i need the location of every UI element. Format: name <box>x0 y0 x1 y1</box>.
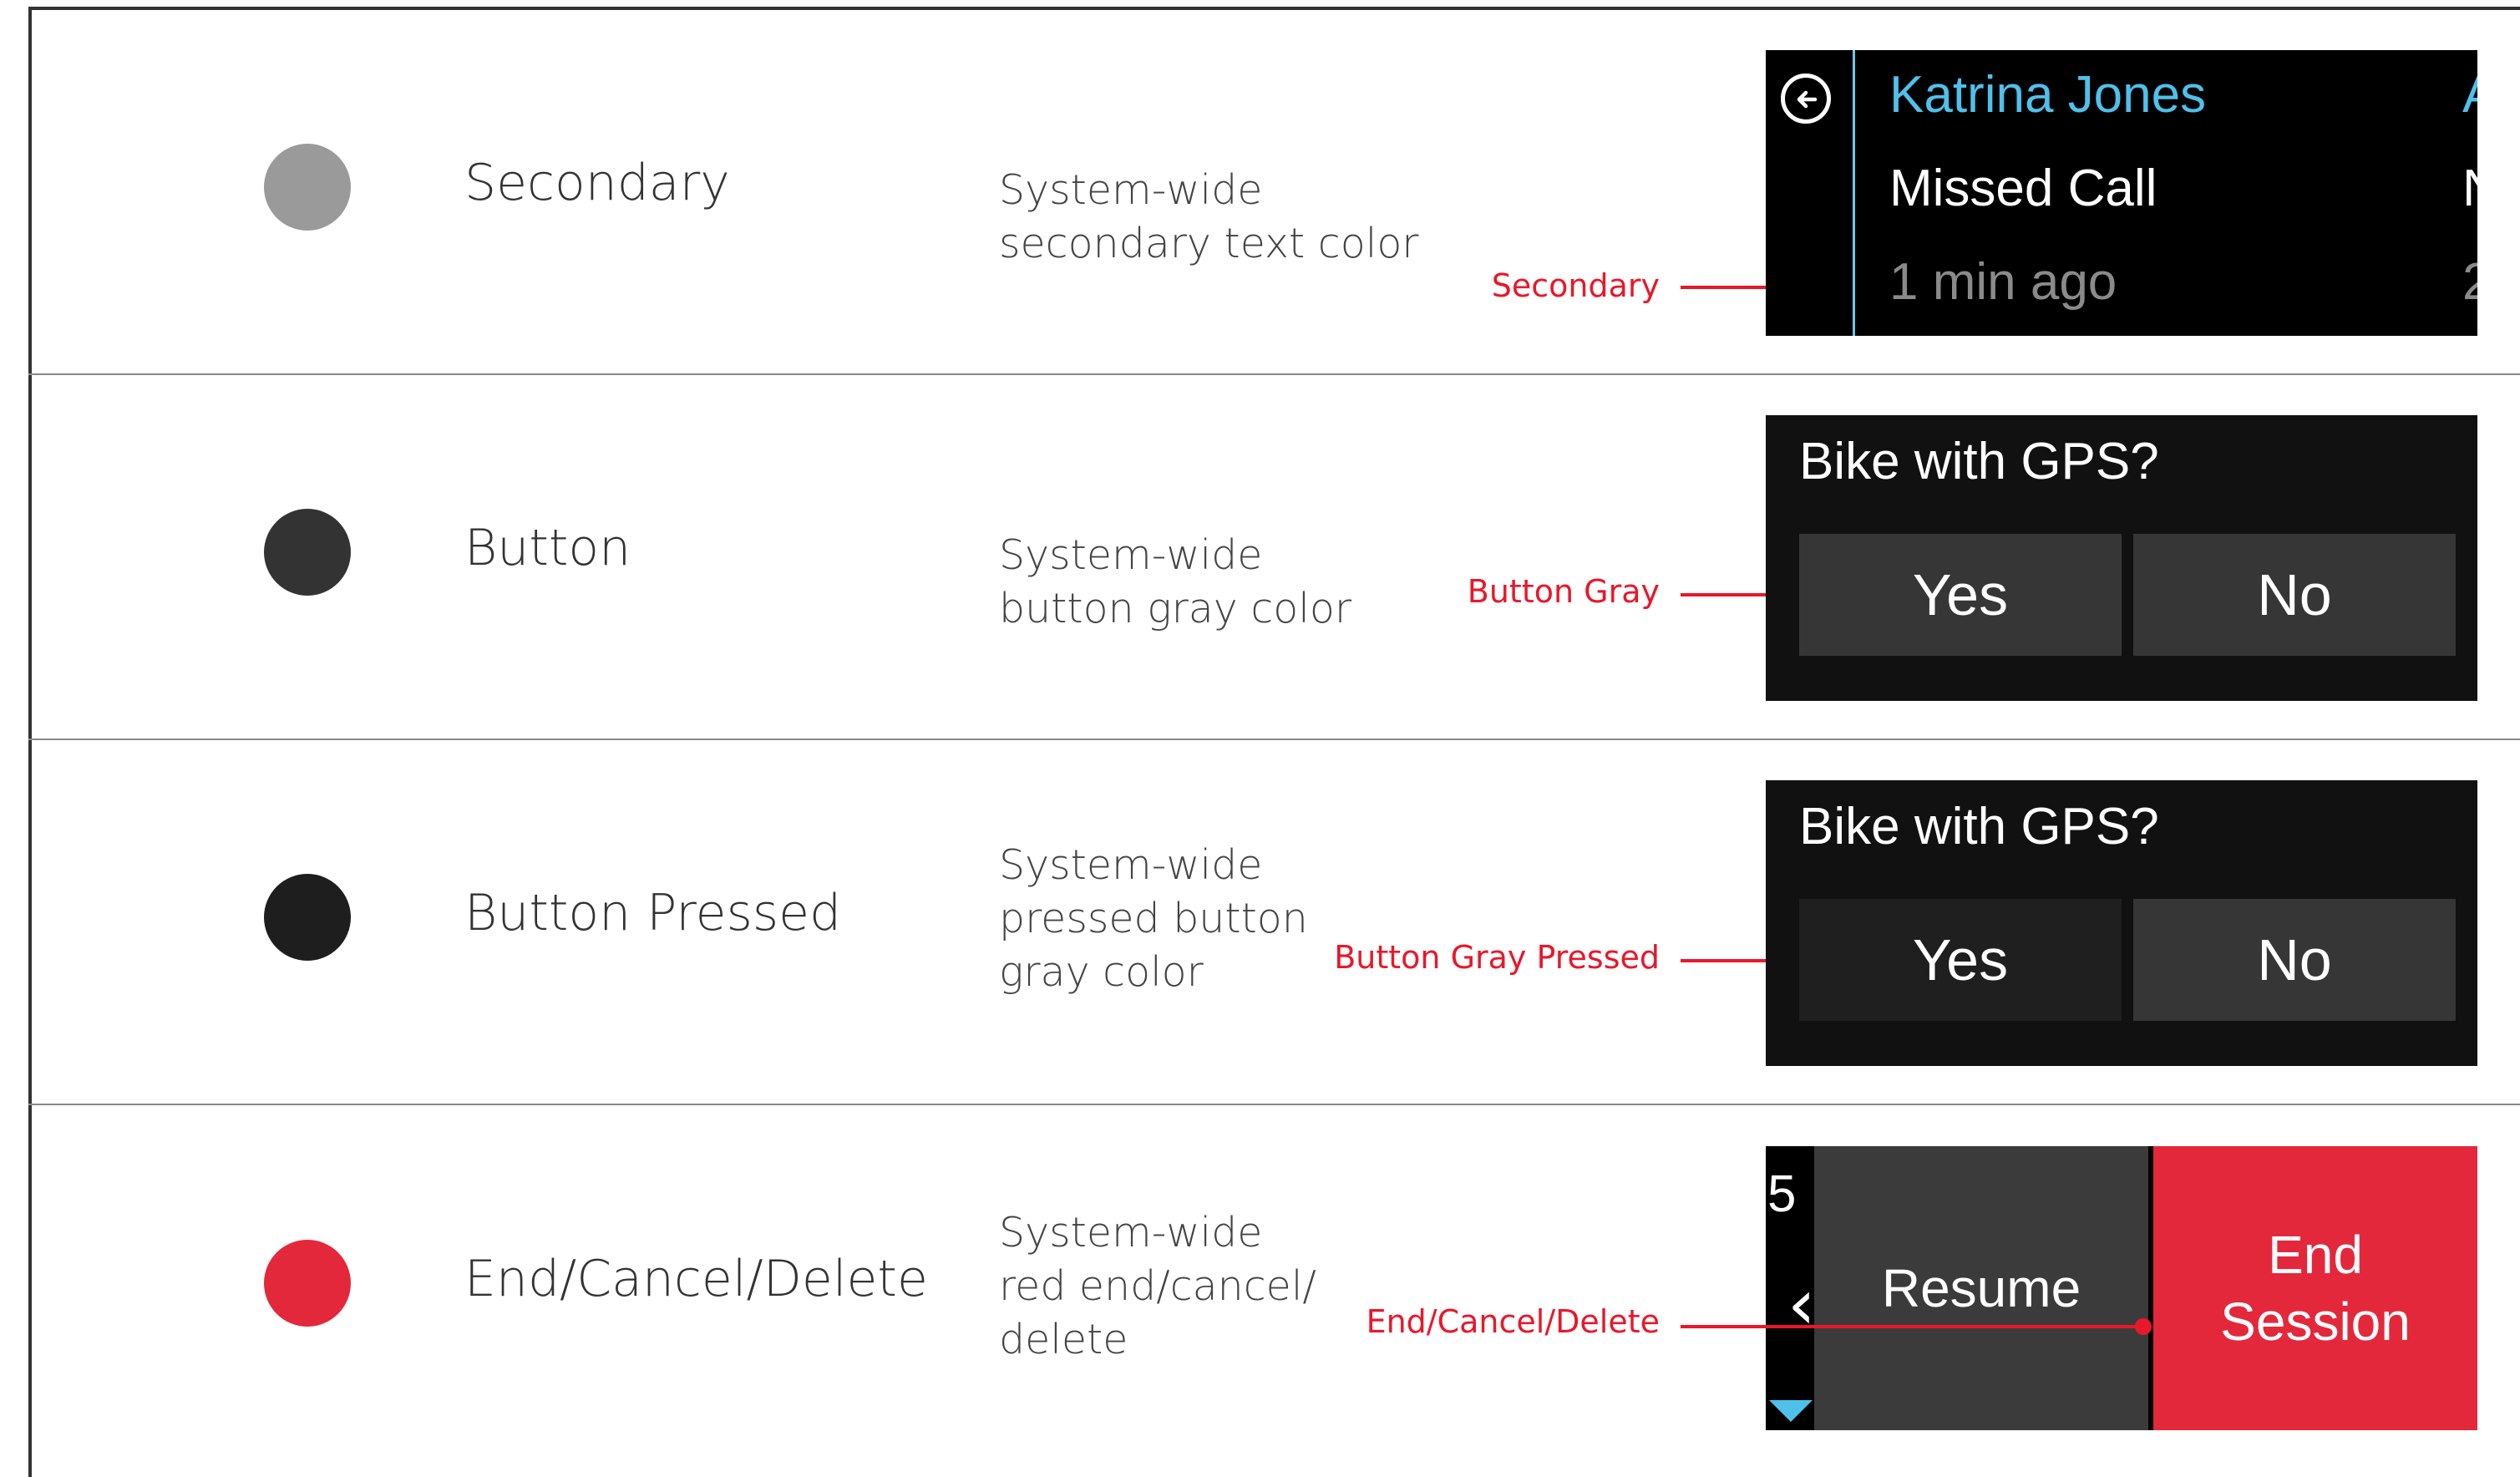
annotation-label: Button Gray Pressed <box>1334 939 1660 976</box>
description-line: secondary text color <box>999 220 1419 267</box>
color-name: Secondary <box>464 154 730 212</box>
back-arrow-icon[interactable] <box>1781 74 1831 124</box>
end-session-label-line: End <box>2268 1225 2363 1285</box>
end-session-mock: 5 ‹ Resume End Session <box>1766 1146 2477 1430</box>
yes-button-pressed[interactable]: Yes <box>1799 899 2122 1021</box>
side-number: 5 <box>1767 1165 1797 1223</box>
description-line: delete <box>999 1316 1128 1363</box>
row-divider <box>28 1104 2520 1105</box>
annotation-dot <box>2135 1318 2152 1335</box>
description-line: System-wide <box>999 531 1263 579</box>
color-name: Button Pressed <box>464 884 842 942</box>
peek-time: 2 <box>2462 253 2477 311</box>
gps-dialog-mock: Bike with GPS? Yes No <box>1766 415 2477 701</box>
description-line: button gray color <box>999 585 1352 632</box>
swatch-secondary <box>264 144 351 231</box>
end-session-button[interactable]: End Session <box>2153 1146 2477 1430</box>
end-session-label-line: Session <box>2220 1292 2411 1352</box>
secondary-notification-mock: Katrina Jones Missed Call 1 min ago A N … <box>1766 50 2477 336</box>
description-line: System-wide <box>999 166 1263 214</box>
peek-status: N <box>2462 159 2477 218</box>
color-description: System-wide button gray color <box>999 529 1351 636</box>
annotation-label: End/Cancel/Delete <box>1366 1303 1660 1340</box>
annotation-line <box>1681 1325 2145 1328</box>
row-divider <box>28 738 2520 740</box>
peek-name: A <box>2462 65 2477 124</box>
color-description: System-wide red end/cancel/ delete <box>999 1206 1316 1367</box>
color-description: System-wide pressed button gray color <box>999 839 1308 999</box>
dialog-title: Bike with GPS? <box>1799 433 2159 490</box>
chevron-left-icon[interactable]: ‹ <box>1787 1263 1816 1345</box>
contact-name: Katrina Jones <box>1889 66 2207 124</box>
description-line: red end/cancel/ <box>999 1262 1316 1310</box>
dialog-title: Bike with GPS? <box>1799 798 2159 855</box>
color-name: End/Cancel/Delete <box>464 1250 928 1308</box>
yes-button[interactable]: Yes <box>1799 534 2122 656</box>
notification-time: 1 min ago <box>1889 253 2117 311</box>
row-divider <box>28 373 2520 375</box>
swatch-end-cancel-delete <box>264 1240 351 1327</box>
annotation-label: Button Gray <box>1467 573 1660 610</box>
side-strip: 5 ‹ <box>1766 1146 1816 1430</box>
no-button[interactable]: No <box>2133 899 2456 1021</box>
description-line: pressed button <box>999 895 1308 942</box>
resume-button[interactable]: Resume <box>1814 1146 2148 1430</box>
accent-divider <box>1853 50 1855 336</box>
swatch-button <box>264 509 351 596</box>
no-button[interactable]: No <box>2133 534 2456 656</box>
swatch-button-pressed <box>264 874 351 961</box>
color-description: System-wide secondary text color <box>999 164 1418 271</box>
annotation-label: Secondary <box>1491 267 1660 304</box>
notification-status: Missed Call <box>1889 160 2157 217</box>
description-line: System-wide <box>999 1209 1263 1256</box>
color-name: Button <box>464 519 631 577</box>
gps-dialog-pressed-mock: Bike with GPS? Yes No <box>1766 780 2477 1066</box>
triangle-down-icon[interactable] <box>1769 1400 1813 1422</box>
description-line: gray color <box>999 948 1204 996</box>
description-line: System-wide <box>999 841 1263 889</box>
